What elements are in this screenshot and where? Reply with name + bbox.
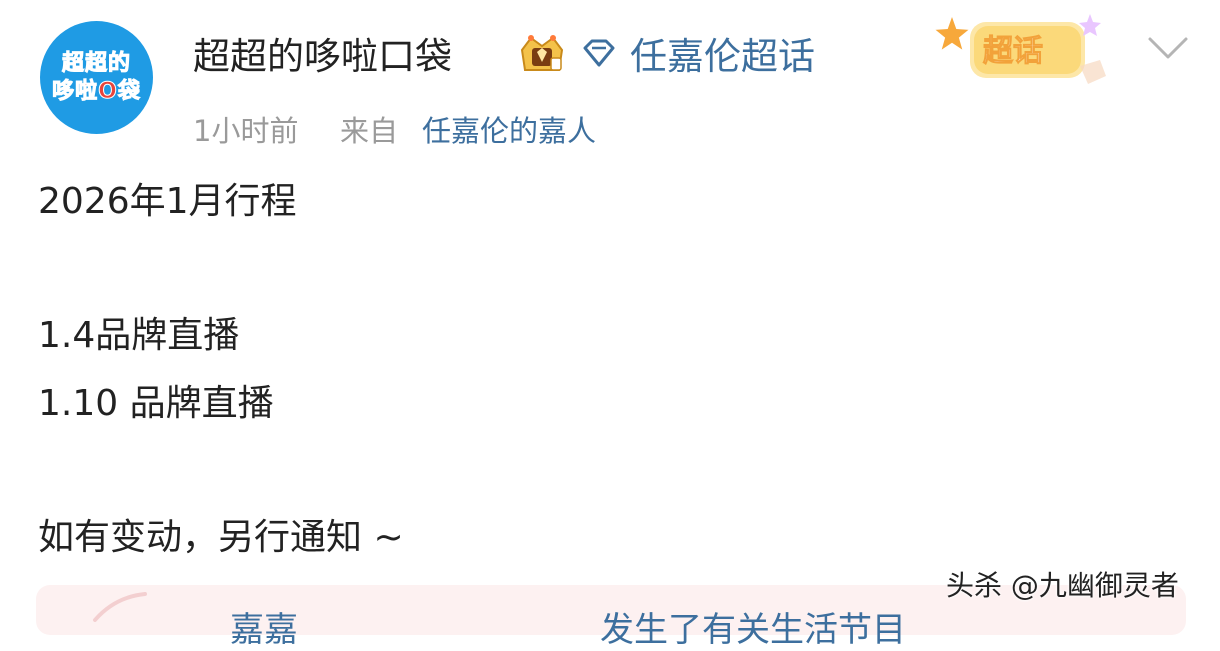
avatar-text-line1: 超超的	[61, 51, 131, 77]
post-line: 如有变动，另行通知 ~	[38, 517, 404, 558]
avatar-text-line2: 哆啦O袋	[52, 78, 141, 104]
badge-label: 超话	[983, 34, 1044, 70]
diamond-icon	[583, 39, 615, 67]
repost-text-right: 发生了有关生活节目	[600, 610, 906, 650]
chevron-down-icon[interactable]	[1146, 33, 1190, 63]
source-link[interactable]: 任嘉伦的嘉人	[422, 108, 596, 150]
post-line: 2026年1月行程	[38, 181, 297, 222]
avatar-logo: 超超的 哆啦O袋	[40, 21, 153, 134]
repost-text-left: 嘉嘉	[230, 610, 298, 650]
avatar[interactable]: 超超的 哆啦O袋	[40, 21, 153, 134]
post-line: 1.4品牌直播	[38, 315, 240, 356]
crown-icon	[520, 35, 564, 71]
topic-link[interactable]: 任嘉伦超话	[630, 26, 815, 80]
source-prefix: 来自	[340, 114, 399, 148]
post-line: 1.10 品牌直播	[38, 383, 274, 424]
post-time: 1小时前	[193, 114, 299, 148]
watermark: 头杀 @九幽御灵者	[946, 569, 1179, 602]
swirl-icon	[93, 592, 147, 622]
username[interactable]: 超超的哆啦口袋	[193, 26, 452, 80]
